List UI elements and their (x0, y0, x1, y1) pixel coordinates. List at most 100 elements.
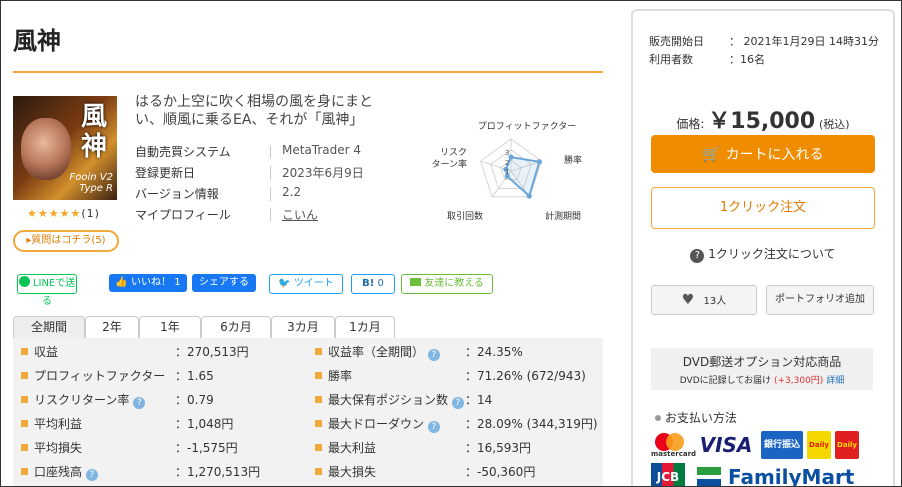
thumbnail-title: 風神 (80, 102, 107, 162)
cart-icon: 🛒 (702, 145, 722, 163)
info-separator (270, 187, 271, 201)
stat-label-text: 最大利益 (328, 441, 377, 455)
radar-scale-label: 3 (505, 149, 509, 157)
dvd-price: (+3,300円) (773, 376, 824, 386)
page-frame: 風神 風神 Fooin V2 Type R ★★★★★(1) ▸質問はコチラ(5… (0, 0, 902, 487)
tab-all-period[interactable]: 全期間 (13, 316, 85, 338)
payment-title: お支払い方法 (655, 409, 737, 426)
tell-friend-button[interactable]: 友達に教える (401, 274, 493, 294)
stats-table: 収益 ：270,513円 プロフィットファクター ：1.65 リスクリターン率?… (13, 338, 603, 486)
review-count: (1) (81, 207, 100, 220)
radar-point-win (536, 159, 543, 165)
stat-marker (21, 372, 28, 379)
info-value: 2.2 (282, 185, 302, 199)
line-share-button[interactable]: LINEで送る (17, 274, 77, 307)
favorite-count: 13人 (703, 296, 727, 307)
like-label: いいね！ (131, 277, 172, 288)
tweet-button[interactable]: 🐦 ツイート (269, 274, 343, 294)
stat-value: ：-1,575円 (175, 441, 238, 455)
tweet-label: ツイート (293, 278, 334, 289)
radar-label-period: 計測期間 (545, 210, 581, 222)
product-thumbnail[interactable]: 風神 Fooin V2 Type R (13, 96, 117, 200)
info-row: バージョン情報 2.2 (135, 185, 385, 205)
mastercard-circles-icon (651, 431, 689, 451)
product-title: 風神 (13, 27, 61, 55)
stat-label: 口座残高? (21, 463, 99, 481)
hatena-bookmark-button[interactable]: B! 0 (351, 274, 395, 294)
stat-value: ：14 (465, 393, 493, 407)
add-portfolio-button[interactable]: ポートフォリオ追加 (766, 285, 874, 315)
stat-marker (21, 420, 28, 427)
price-block: 価格: ￥15,000 (税込) (633, 103, 893, 135)
favorite-button[interactable]: ♥ 13人 (651, 285, 757, 315)
familymart-text: FamilyMart (727, 465, 855, 487)
profile-link[interactable]: こいん (282, 206, 318, 223)
line-share-label: LINEで送る (32, 278, 76, 307)
bullet-icon (655, 415, 661, 421)
help-icon[interactable]: ? (428, 421, 441, 433)
rating-stars[interactable]: ★★★★★(1) (27, 207, 100, 220)
tab-1-month[interactable]: 1カ月 (335, 316, 395, 338)
dvd-title: DVD郵送オプション対応商品 (682, 355, 842, 369)
twitter-icon: 🐦 (278, 278, 291, 289)
stat-label: 収益 (21, 343, 58, 361)
tab-6-months[interactable]: 6カ月 (201, 316, 271, 338)
stat-marker (315, 444, 322, 451)
add-to-cart-button[interactable]: 🛒 カートに入れる (651, 135, 875, 173)
stat-marker (315, 420, 322, 427)
stat-value: ：1,048円 (175, 417, 234, 431)
info-separator (270, 145, 271, 159)
info-row: 自動売買システム MetaTrader 4 (135, 143, 385, 163)
question-button-label: 質問はコチラ(5) (31, 235, 106, 246)
facebook-like-button[interactable]: 👍 いいね！ 1 (109, 274, 187, 292)
info-separator (270, 208, 271, 222)
price-value: ￥15,000 (708, 109, 816, 134)
radar-chart: プロフィットファクター 勝率 計測期間 取引回数 リスク ターン率 3 2 1 (431, 121, 582, 222)
question-icon: ? (690, 249, 705, 263)
visa-logo: VISA (699, 433, 753, 457)
stat-value: ：270,513円 (175, 345, 249, 359)
stat-label: 勝率 (315, 367, 352, 385)
stat-label-text: 最大損失 (328, 465, 377, 479)
sale-start-value: ： 2021年1月29日 14時31分 (729, 35, 879, 48)
stat-value: ：16,593円 (465, 441, 531, 455)
question-button[interactable]: ▸質問はコチラ(5) (13, 230, 119, 252)
thumbnail-subtitle: Fooin V2 Type R (69, 172, 114, 194)
users-value: ：16名 (729, 53, 765, 66)
help-icon[interactable]: ? (428, 349, 441, 361)
stat-value: ：28.09% (344,319円) (465, 417, 598, 431)
facebook-share-button[interactable]: シェアする (192, 274, 256, 292)
payment-title-text: お支払い方法 (664, 411, 737, 425)
title-divider (13, 71, 603, 73)
stat-label: 最大保有ポジション数? (315, 391, 465, 409)
radar-label-risk-line1: リスク (440, 147, 467, 158)
one-click-order-button[interactable]: 1クリック注文 (651, 187, 875, 229)
dvd-detail-link[interactable]: 詳細 (826, 376, 844, 386)
help-icon[interactable]: ? (86, 469, 99, 481)
stat-label-text: プロフィットファクター (34, 369, 166, 383)
help-icon[interactable]: ? (133, 397, 146, 409)
character-face-image (21, 118, 71, 180)
stat-label-text: 収益率（全期間） (328, 345, 425, 359)
star-rating: ★★★★★ (27, 207, 82, 220)
cart-button-label: カートに入れる (725, 147, 824, 163)
bank-transfer-logo: 銀行振込 (761, 431, 803, 459)
stat-value: ：1.65 (175, 369, 214, 383)
period-tabs: 全期間 2年 1年 6カ月 3カ月 1カ月 (13, 316, 603, 338)
help-icon[interactable]: ? (452, 397, 465, 409)
radar-label-pf: プロフィットファクター (478, 121, 576, 132)
radar-scale-label: 1 (505, 168, 509, 176)
stat-label: 最大損失 (315, 463, 376, 481)
stat-value: ：1,270,513円 (175, 465, 261, 479)
stat-value: ：24.35% (465, 345, 523, 359)
info-separator (270, 166, 271, 180)
tab-2-years[interactable]: 2年 (85, 316, 139, 338)
users-label: 利用者数 (649, 53, 693, 66)
hatena-label: B! (362, 278, 375, 289)
one-click-about-link[interactable]: ? 1クリック注文について (633, 245, 893, 263)
tab-3-months[interactable]: 3カ月 (271, 316, 335, 338)
tab-1-year[interactable]: 1年 (139, 316, 201, 338)
stat-marker (21, 348, 28, 355)
stat-label: 収益率（全期間）? (315, 343, 441, 361)
stat-label-text: 平均損失 (34, 441, 83, 455)
